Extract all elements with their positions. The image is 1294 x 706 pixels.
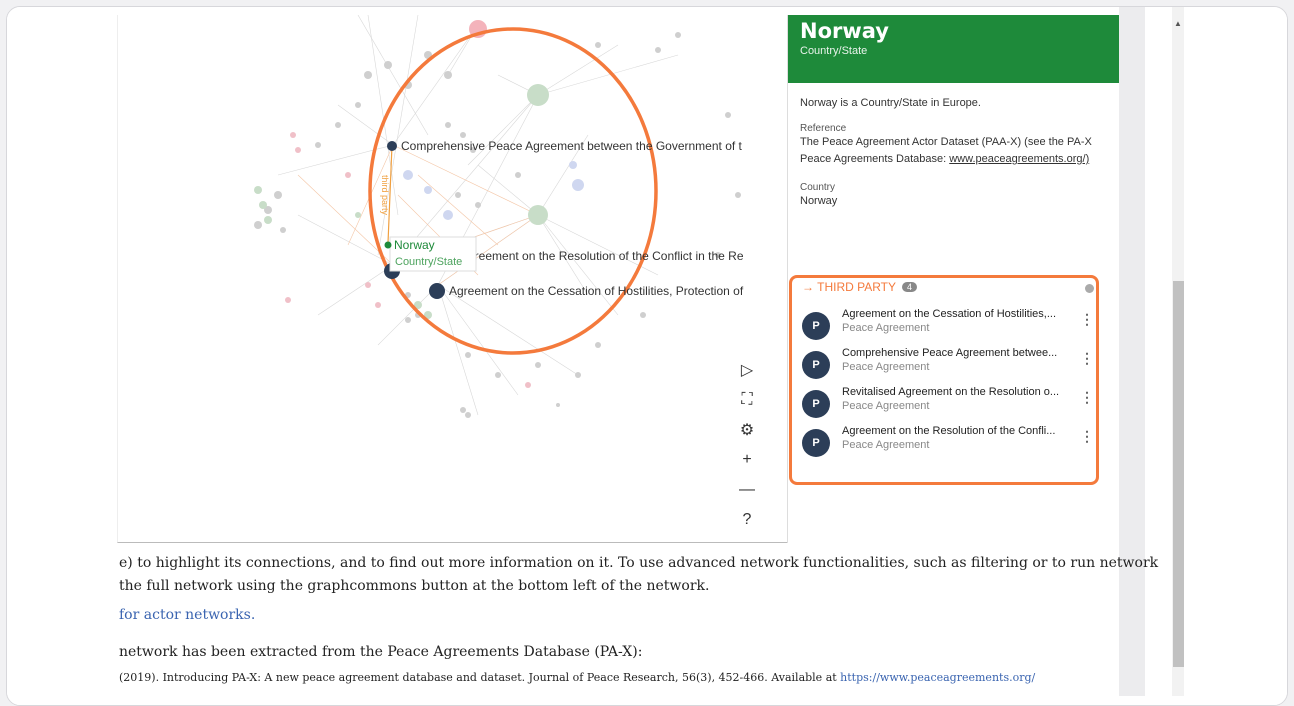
text-line-5: (2019). Introducing PA-X: A new peace ag… — [119, 671, 1035, 684]
norway-type-label: Country/State — [395, 256, 462, 268]
scrollbar-thumb[interactable] — [1173, 281, 1184, 667]
reference-label: Reference — [800, 123, 847, 134]
graph-nodes-blue — [403, 161, 584, 220]
country-value: Norway — [800, 195, 838, 207]
item-name: Comprehensive Peace Agreement betwee... — [842, 347, 1058, 359]
graph-nodes-small — [254, 32, 741, 418]
more-options-icon[interactable]: ⋮ — [1080, 429, 1094, 443]
scroll-up-icon[interactable]: ▲ — [1174, 19, 1182, 28]
list-item[interactable]: P Comprehensive Peace Agreement betwee..… — [802, 347, 1094, 383]
third-party-count: 4 — [902, 282, 918, 292]
graph-node-norway[interactable] — [384, 241, 392, 249]
text-line-1: e) to highlight its connections, and to … — [119, 555, 1159, 571]
third-party-section: → THIRD PARTY 4 P Agreement on the Cessa… — [789, 275, 1099, 485]
zoom-in-icon[interactable]: + — [735, 445, 759, 475]
item-type: Peace Agreement — [842, 322, 930, 334]
third-party-header[interactable]: → THIRD PARTY 4 — [802, 280, 918, 294]
list-item[interactable]: P Revitalised Agreement on the Resolutio… — [802, 386, 1094, 422]
settings-icon[interactable]: ⚙ — [735, 415, 759, 445]
page: third party Comprehensive Peace Agreemen… — [7, 7, 1287, 705]
list-item[interactable]: P Agreement on the Cessation of Hostilit… — [802, 308, 1094, 344]
panel-body: Norway is a Country/State in Europe. Ref… — [788, 83, 1119, 210]
panel-title: Norway — [800, 19, 889, 43]
browser-frame: third party Comprehensive Peace Agreemen… — [6, 6, 1288, 706]
list-item[interactable]: P Agreement on the Resolution of the Con… — [802, 425, 1094, 461]
graph-edges — [277, 15, 679, 416]
item-name: Agreement on the Resolution of the Confl… — [842, 425, 1056, 437]
more-options-icon[interactable]: ⋮ — [1080, 312, 1094, 326]
more-options-icon[interactable]: ⋮ — [1080, 351, 1094, 365]
item-name: Agreement on the Cessation of Hostilitie… — [842, 308, 1056, 320]
third-party-label: → THIRD PARTY — [802, 280, 897, 294]
avatar: P — [802, 429, 830, 457]
graph-label-resolution: greement on the Resolution of the Confli… — [468, 249, 744, 263]
avatar: P — [802, 390, 830, 418]
text-line-4: network has been extracted from the Peac… — [119, 644, 643, 660]
panel-subtitle: Country/State — [800, 45, 868, 57]
network-graph[interactable]: third party Comprehensive Peace Agreemen… — [118, 15, 898, 543]
expand-icon[interactable]: ⛶ — [735, 385, 759, 415]
highlight-ellipse — [368, 27, 658, 355]
citation-text: (2019). Introducing PA-X: A new peace ag… — [119, 671, 837, 684]
text-line-2: the full network using the graphcommons … — [119, 578, 710, 594]
country-label: Country — [800, 182, 836, 193]
info-icon[interactable] — [1085, 284, 1094, 293]
text-line-3-link[interactable]: for actor networks. — [119, 607, 255, 623]
side-gutter — [1119, 7, 1145, 696]
graph-node-cessation[interactable] — [429, 283, 445, 299]
item-type: Peace Agreement — [842, 439, 930, 451]
help-icon[interactable]: ? — [735, 505, 759, 535]
play-icon[interactable]: ▷ — [735, 355, 759, 385]
item-type: Peace Agreement — [842, 361, 930, 373]
avatar: P — [802, 312, 830, 340]
avatar: P — [802, 351, 830, 379]
zoom-out-icon[interactable]: — — [735, 475, 759, 505]
graph-node-cpa[interactable] — [387, 141, 397, 151]
graph-label-cpa: Comprehensive Peace Agreement between th… — [401, 139, 743, 153]
graph-label-cessation: Agreement on the Cessation of Hostilitie… — [449, 284, 744, 298]
panel-header: Norway Country/State — [788, 15, 1119, 83]
reference-text: The Peace Agreement Actor Dataset (PAA-X… — [800, 134, 1107, 168]
norway-label: Norway — [394, 238, 435, 252]
item-name: Revitalised Agreement on the Resolution … — [842, 386, 1060, 398]
graph-toolbar: ▷ ⛶ ⚙ + — ? — [735, 355, 759, 535]
more-options-icon[interactable]: ⋮ — [1080, 390, 1094, 404]
citation-link[interactable]: https://www.peaceagreements.org/ — [840, 671, 1035, 684]
reference-link[interactable]: www.peaceagreements.org/) — [949, 153, 1089, 165]
item-type: Peace Agreement — [842, 400, 930, 412]
edge-label: third party — [380, 175, 390, 216]
panel-description: Norway is a Country/State in Europe. — [800, 97, 981, 109]
